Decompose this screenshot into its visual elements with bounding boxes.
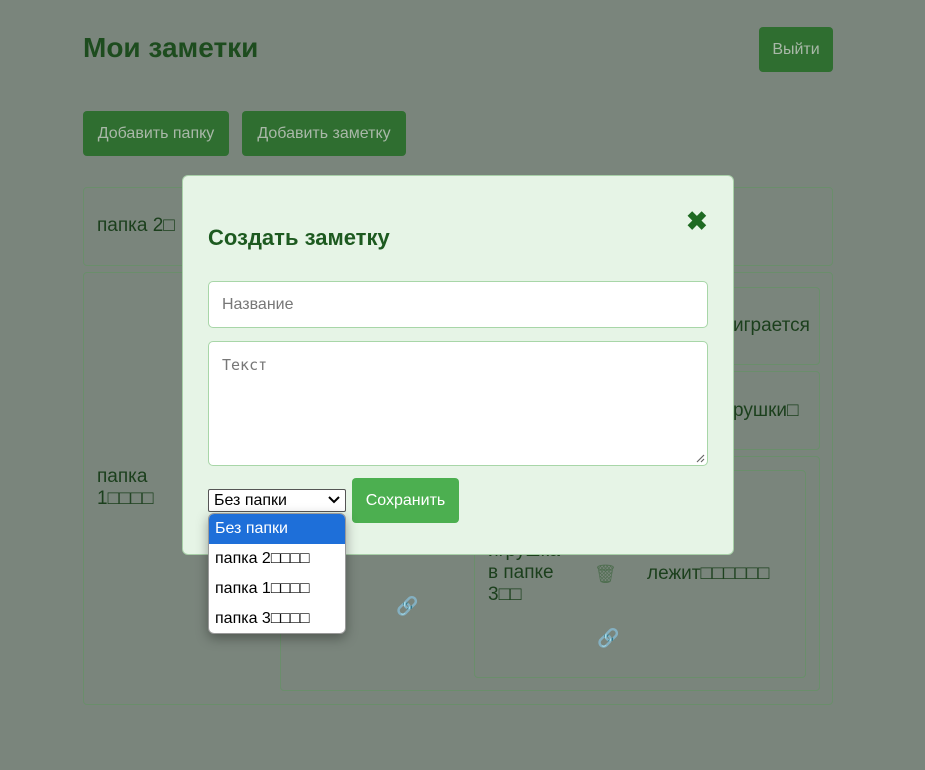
dropdown-option[interactable]: папка 1□□□□ xyxy=(209,574,345,604)
page-title: Мои заметки xyxy=(83,32,259,63)
link-icon[interactable]: 🔗 xyxy=(396,596,418,617)
folder-select[interactable]: Без папки xyxy=(208,489,346,512)
trash-icon[interactable]: 🗑 xyxy=(594,564,617,585)
folder-dropdown: Без папки папка 2□□□□ папка 1□□□□ папка … xyxy=(208,513,346,634)
chevron-down-icon xyxy=(328,495,340,507)
dropdown-option[interactable]: папка 3□□□□ xyxy=(209,604,345,633)
folder-2-label: папка 2□ xyxy=(97,215,175,236)
link-icon[interactable]: 🔗 xyxy=(597,628,619,649)
note-text-fragment: рушки□ xyxy=(733,400,799,421)
note-text-fragment: играется xyxy=(733,315,810,336)
folder-select-value: Без папки xyxy=(214,491,287,509)
dropdown-option[interactable]: папка 2□□□□ xyxy=(209,544,345,574)
save-button[interactable]: Сохранить xyxy=(352,478,459,523)
resize-grip-icon[interactable] xyxy=(693,451,705,463)
add-note-button[interactable]: Добавить заметку xyxy=(242,111,406,156)
note-text-area[interactable] xyxy=(208,341,708,466)
folder-1-label: папка 1□□□□ xyxy=(97,466,154,509)
logout-button[interactable]: Выйти xyxy=(759,27,833,72)
note-title-input[interactable] xyxy=(208,281,708,328)
dropdown-option[interactable]: Без папки xyxy=(209,514,345,544)
close-icon[interactable]: ✖ xyxy=(686,206,708,237)
modal-title: Создать заметку xyxy=(208,225,390,250)
add-folder-button[interactable]: Добавить папку xyxy=(83,111,229,156)
note-text-fragment: лежит□□□□□□ xyxy=(647,563,770,584)
